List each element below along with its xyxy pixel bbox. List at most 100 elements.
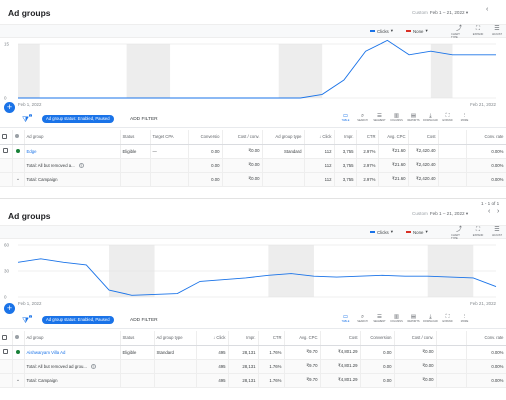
expand-tool-button[interactable]: ⛶ EXPAND	[439, 113, 456, 122]
column-header[interactable]	[436, 331, 467, 346]
metric-selector-2[interactable]: None ▾	[406, 229, 428, 235]
segment-tool-button[interactable]: ☰ SEGMENT	[371, 314, 388, 323]
column-header[interactable]: Impr.	[228, 331, 259, 346]
x-tick-label: Feb 21, 2022	[470, 301, 496, 306]
tool-label: EXPAND	[442, 320, 453, 323]
metric-selector-1[interactable]: Clicks ▾	[370, 28, 393, 34]
expand-chart-button[interactable]: ⛶ EXPAND	[470, 26, 486, 36]
metric-selector-1[interactable]: Clicks ▾	[370, 229, 393, 235]
column-header[interactable]: Ad group type	[154, 331, 197, 346]
search-tool-button[interactable]: ⌕ SEARCH	[354, 113, 371, 122]
chevron-down-icon[interactable]: ⌄	[16, 377, 20, 383]
column-header[interactable]: Target CPA	[150, 130, 189, 145]
column-header[interactable]: Avg. CPC	[378, 130, 409, 145]
select-all-checkbox[interactable]	[2, 334, 7, 340]
column-header[interactable]: Cost	[320, 331, 361, 346]
chevron-down-icon: ▾	[390, 229, 393, 234]
totals-cell: 1.76%	[258, 373, 285, 388]
column-header[interactable]: Cost / conv.	[394, 331, 437, 346]
totals-value: ₹4,801.29	[338, 363, 358, 368]
column-header[interactable]: Cost	[408, 130, 439, 145]
totals-cell	[438, 158, 467, 173]
y-tick-label: 60	[4, 243, 10, 248]
column-header[interactable]: Avg. CPC	[284, 331, 321, 346]
column-header[interactable]: Status	[120, 130, 151, 145]
more-tool-button[interactable]: ⋮ MORE	[456, 314, 473, 323]
date-range-value: Feb 1 – 21, 2022	[429, 10, 465, 15]
column-header[interactable]: Conversio	[188, 130, 223, 145]
totals-cell	[262, 172, 305, 187]
filter-chip[interactable]: Ad group status: Enabled, Paused	[42, 115, 114, 123]
tool-label: TABLE	[341, 320, 350, 323]
date-range-picker[interactable]: Custom Feb 1 – 21, 2022 ▾	[412, 10, 468, 16]
table-row[interactable]: Edge Eligible —0.00 ₹0.00 Standard 112 3,755 2.…	[0, 144, 506, 159]
column-header[interactable]: Cost / conv.	[222, 130, 263, 145]
totals-cell: 0.00	[188, 158, 223, 173]
totals-value: 0.00	[383, 377, 392, 383]
button-label: ADJUST	[491, 234, 503, 237]
select-all-checkbox[interactable]	[2, 133, 7, 139]
column-header[interactable]: Ad group	[24, 130, 121, 145]
reports-tool-button[interactable]: ▤ REPORTS	[405, 113, 422, 122]
totals-cell: 3,755	[334, 158, 357, 173]
tool-label: SEARCH	[357, 119, 368, 122]
column-header[interactable]: Conv. rate	[466, 130, 506, 145]
search-tool-button[interactable]: ⌕ SEARCH	[354, 314, 371, 323]
chevron-down-icon[interactable]: ⌄	[16, 176, 20, 182]
column-header[interactable]: CTR	[258, 331, 285, 346]
filter-chip[interactable]: Ad group status: Enabled, Paused	[42, 316, 114, 324]
ad-group-name-link[interactable]: Aishwaryam Villa Ad	[24, 345, 121, 360]
table-cell: —	[150, 144, 189, 159]
totals-cell: ₹0.00	[222, 158, 263, 173]
clicks-series-line	[18, 39, 496, 99]
expand-icon: ⛶	[475, 26, 481, 32]
download-tool-button[interactable]: ⤓ DOWNLOAD	[422, 113, 439, 122]
column-header[interactable]: ↓ Click	[196, 331, 229, 346]
row-checkbox[interactable]	[3, 349, 9, 354]
table-tool-button[interactable]: ▭ TABLE	[337, 314, 354, 323]
adjust-chart-button[interactable]: ☰ ADJUST	[489, 227, 505, 237]
table-row[interactable]: Aishwaryam Villa Ad Eligible Standard 495 28…	[0, 345, 506, 360]
row-checkbox[interactable]	[3, 148, 9, 153]
add-filter-button[interactable]: ADD FILTER	[130, 318, 158, 323]
chevron-down-icon: ▾	[425, 28, 428, 33]
column-header[interactable]: ↓ Click	[304, 130, 335, 145]
table-cell: 0.00	[360, 345, 395, 360]
adjust-chart-button[interactable]: ☰ ADJUST	[489, 26, 505, 36]
column-header[interactable]: Ad group	[24, 331, 121, 346]
ad-group-name-link[interactable]: Edge	[24, 144, 121, 159]
date-range-label: Custom	[412, 211, 428, 216]
next-period-button[interactable]: ›	[497, 208, 499, 215]
chart-toolbar: Clicks ▾ None ▾ ⤴ CHART TYPE ⛶ EXPAND ☰ ADJ…	[0, 225, 506, 240]
column-header[interactable]: Impr.	[334, 130, 357, 145]
table-cell: 1.76%	[258, 345, 285, 360]
segment-tool-button[interactable]: ☰ SEGMENT	[371, 113, 388, 122]
column-header[interactable]: Conv. rate	[466, 331, 506, 346]
date-range-picker[interactable]: Custom Feb 1 – 21, 2022 ▾	[412, 211, 468, 217]
download-tool-button[interactable]: ⤓ DOWNLOAD	[422, 314, 439, 323]
previous-period-button[interactable]: ‹	[488, 208, 490, 215]
help-icon[interactable]: ?	[78, 162, 84, 168]
previous-period-button[interactable]: ‹	[486, 6, 488, 13]
totals-cell: ₹4,801.29	[320, 373, 361, 388]
more-tool-button[interactable]: ⋮ MORE	[456, 113, 473, 122]
table-cell: ₹0.00	[222, 144, 263, 159]
column-header[interactable]: Status	[120, 331, 155, 346]
reports-tool-button[interactable]: ▤ REPORTS	[405, 314, 422, 323]
expand-tool-button[interactable]: ⛶ EXPAND	[439, 314, 456, 323]
column-header[interactable]: Ad group type	[262, 130, 305, 145]
tool-label: MORE	[460, 119, 469, 122]
help-icon[interactable]: ?	[90, 363, 96, 369]
metric-selector-2[interactable]: None ▾	[406, 28, 428, 34]
expand-chart-button[interactable]: ⛶ EXPAND	[470, 227, 486, 237]
table-toolbar: ⧩ 1 Ad group status: Enabled, Paused ADD…	[0, 112, 506, 128]
table-tool-button[interactable]: ▭ TABLE	[337, 113, 354, 122]
totals-row: ⌄ Total: Campaign 0.00 ₹0.00 112 3,755 2.97% ₹2…	[0, 172, 506, 187]
columns-tool-button[interactable]: ▥ COLUMNS	[388, 314, 405, 323]
column-header[interactable]: Conversion	[360, 331, 395, 346]
column-header[interactable]: CTR	[356, 130, 379, 145]
totals-cell: 495	[196, 359, 229, 374]
column-header[interactable]	[438, 130, 467, 145]
add-filter-button[interactable]: ADD FILTER	[130, 117, 158, 122]
columns-tool-button[interactable]: ▥ COLUMNS	[388, 113, 405, 122]
